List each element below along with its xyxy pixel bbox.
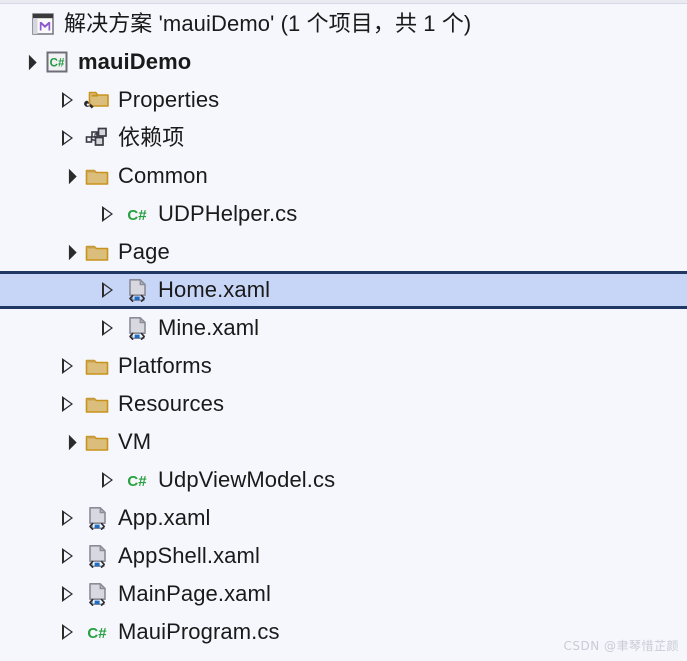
csharp-file-icon: C# [120, 195, 154, 233]
svg-text:C#: C# [127, 473, 147, 490]
solution-explorer-panel: 解决方案 'mauiDemo' (1 个项目，共 1 个) C# mauiDemo… [0, 0, 687, 661]
chevron-down-icon[interactable] [14, 43, 40, 81]
tree-item-label: Home.xaml [158, 277, 271, 302]
solution-icon [26, 5, 60, 43]
tree-item-udpviewmodel-cs[interactable]: C# UdpViewModel.cs [0, 461, 687, 499]
tree-item-label: VM [118, 429, 152, 454]
dependencies-icon [80, 119, 114, 157]
chevron-right-icon[interactable] [54, 575, 80, 613]
tree-item-app-xaml[interactable]: App.xaml [0, 499, 687, 537]
folder-icon [80, 423, 114, 461]
chevron-down-icon[interactable] [54, 233, 80, 271]
solution-header-row[interactable]: 解决方案 'mauiDemo' (1 个项目，共 1 个) [0, 5, 687, 43]
tree-item-label: Mine.xaml [158, 315, 260, 340]
folder-icon [80, 233, 114, 271]
tree-item-label: Platforms [118, 353, 212, 378]
chevron-right-icon[interactable] [54, 81, 80, 119]
tree-item-label: Resources [118, 391, 225, 416]
tree-item-label: MainPage.xaml [118, 581, 271, 606]
folder-icon [80, 385, 114, 423]
chevron-right-icon[interactable] [54, 499, 80, 537]
tree-item-label: Properties [118, 87, 220, 112]
chevron-down-icon[interactable] [54, 423, 80, 461]
chevron-right-icon[interactable] [94, 461, 120, 499]
tree-item-common-folder[interactable]: Common [0, 157, 687, 195]
chevron-right-icon[interactable] [94, 271, 120, 309]
tree-item-udphelper-cs[interactable]: C# UDPHelper.cs [0, 195, 687, 233]
xaml-file-icon [80, 537, 114, 575]
tree-item-platforms-folder[interactable]: Platforms [0, 347, 687, 385]
tree-item-label: MauiProgram.cs [118, 619, 280, 644]
tree-item-home-xaml[interactable]: Home.xaml [0, 271, 687, 309]
chevron-right-icon[interactable] [54, 537, 80, 575]
panel-top-divider [0, 0, 687, 4]
tree-item-label: App.xaml [118, 505, 211, 530]
svg-text:C#: C# [87, 625, 107, 642]
chevron-right-icon[interactable] [54, 385, 80, 423]
svg-text:C#: C# [50, 58, 65, 70]
properties-folder-icon [80, 81, 114, 119]
xaml-file-icon [80, 499, 114, 537]
tree-item-label: Page [118, 239, 170, 264]
tree-item-mainpage-xaml[interactable]: MainPage.xaml [0, 575, 687, 613]
tree-item-appshell-xaml[interactable]: AppShell.xaml [0, 537, 687, 575]
tree-item-properties[interactable]: Properties [0, 81, 687, 119]
folder-icon [80, 347, 114, 385]
tree-item-label: AppShell.xaml [118, 543, 260, 568]
folder-icon [80, 157, 114, 195]
tree-item-maui-demo-project[interactable]: C# mauiDemo [0, 43, 687, 81]
csharp-project-icon: C# [40, 43, 74, 81]
tree-item-page-folder[interactable]: Page [0, 233, 687, 271]
tree-item-mine-xaml[interactable]: Mine.xaml [0, 309, 687, 347]
tree-item-label: Common [118, 163, 208, 188]
tree-item-vm-folder[interactable]: VM [0, 423, 687, 461]
chevron-down-icon[interactable] [54, 157, 80, 195]
csdn-watermark: CSDN @聿琴惜芷颜 [563, 639, 679, 653]
csharp-file-icon: C# [80, 613, 114, 651]
tree-item-resources-folder[interactable]: Resources [0, 385, 687, 423]
csharp-file-icon: C# [120, 461, 154, 499]
tree-item-label: UdpViewModel.cs [158, 467, 336, 492]
xaml-file-icon [80, 575, 114, 613]
chevron-right-icon[interactable] [94, 195, 120, 233]
chevron-right-icon[interactable] [54, 119, 80, 157]
tree-item-label: UDPHelper.cs [158, 201, 298, 226]
chevron-right-icon[interactable] [94, 309, 120, 347]
svg-text:C#: C# [127, 207, 147, 224]
tree-item-label: 依赖项 [118, 125, 185, 150]
solution-title: 解决方案 'mauiDemo' (1 个项目，共 1 个) [64, 11, 472, 36]
tree-item-dependencies[interactable]: 依赖项 [0, 119, 687, 157]
xaml-file-icon [120, 271, 154, 309]
tree-item-label: mauiDemo [78, 49, 192, 74]
solution-tree[interactable]: 解决方案 'mauiDemo' (1 个项目，共 1 个) C# mauiDemo… [0, 5, 687, 651]
chevron-right-icon[interactable] [54, 613, 80, 651]
xaml-file-icon [120, 309, 154, 347]
chevron-right-icon[interactable] [54, 347, 80, 385]
